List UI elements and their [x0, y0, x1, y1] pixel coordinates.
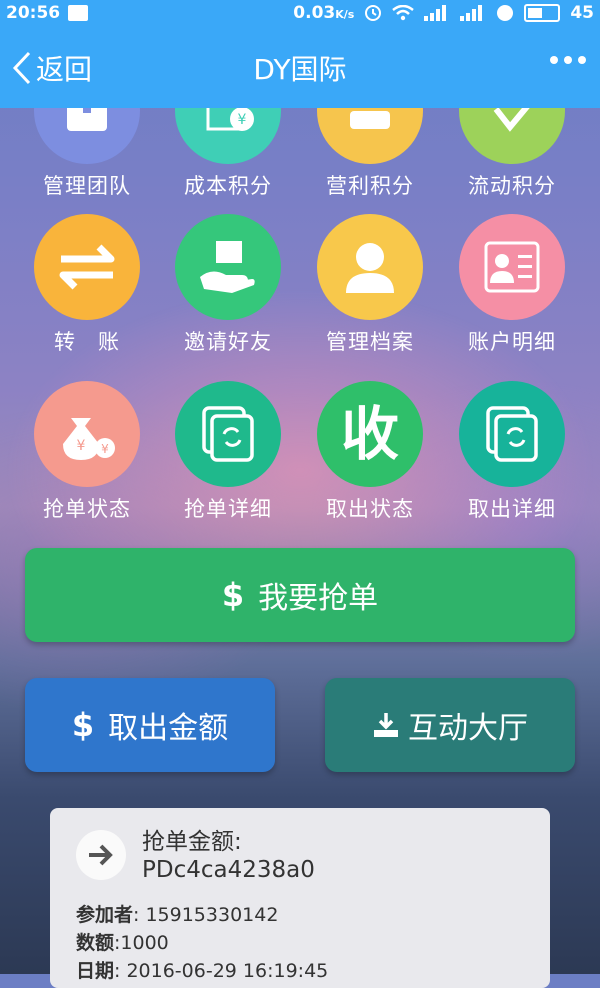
- grid-item-transfer[interactable]: 转 账: [17, 214, 157, 356]
- clock-icon: [365, 5, 382, 21]
- grid-item-flow-points[interactable]: 流动积分: [442, 108, 582, 200]
- withdraw-status-icon: 收: [317, 381, 423, 487]
- grid-item-profit-points[interactable]: 营利积分: [300, 108, 440, 200]
- gallery-notification-icon: [68, 5, 89, 21]
- more-dot-icon: [550, 56, 558, 64]
- withdraw-label: 取出金额: [108, 711, 229, 746]
- battery-icon: [524, 4, 561, 22]
- grid-item-account-detail[interactable]: 账户明细: [442, 214, 582, 356]
- grab-order-button[interactable]: $ 我要抢单: [25, 548, 575, 642]
- order-id: PDc4ca4238a0: [142, 857, 315, 883]
- order-amount-label: 抢单金额:: [142, 829, 242, 855]
- svg-text:¥: ¥: [101, 442, 109, 456]
- invite-friend-icon: [175, 214, 281, 320]
- grid-item-withdraw-detail[interactable]: 取出详细: [442, 381, 582, 523]
- nav-bar: 返回 DY国际: [0, 26, 600, 108]
- battery-level: 45: [570, 3, 594, 23]
- signal-icon-2: [460, 5, 483, 21]
- wifi-icon: [392, 5, 415, 21]
- team-icon: [34, 108, 140, 164]
- svg-text:¥: ¥: [77, 438, 86, 454]
- network-speed: 0.03K/s: [293, 3, 355, 23]
- grid-item-withdraw-status[interactable]: 收 取出状态: [300, 381, 440, 523]
- feature-grid: 管理团队 ¥ 成本积分 营利积分 流动积分 转 账 邀请好友 管理档案 账户明细…: [0, 108, 600, 528]
- page-title: DY国际: [253, 53, 347, 86]
- more-menu-button[interactable]: [550, 56, 586, 64]
- svg-text:¥: ¥: [238, 112, 247, 128]
- grid-item-profile[interactable]: 管理档案: [300, 214, 440, 356]
- order-card: 抢单金额: PDc4ca4238a0 参加者: 15915330142 数额:1…: [50, 808, 550, 988]
- flow-points-icon: [459, 108, 565, 164]
- signal-icon: [424, 5, 447, 21]
- profit-points-icon: [317, 108, 423, 164]
- grid-item-grab-status[interactable]: ¥ ¥ 抢单状态: [17, 381, 157, 523]
- participant-row: 参加者: 15915330142: [76, 904, 279, 926]
- withdraw-detail-icon: [459, 381, 565, 487]
- transfer-icon: [34, 214, 140, 320]
- grab-order-label: 我要抢单: [258, 581, 379, 616]
- dollar-icon: $: [221, 576, 245, 614]
- grid-item-team[interactable]: 管理团队: [17, 108, 157, 200]
- status-time: 20:56: [6, 3, 61, 23]
- amount-row: 数额:1000: [76, 932, 169, 954]
- hd-icon: [497, 5, 514, 21]
- money-bag-icon: ¥ ¥: [34, 381, 140, 487]
- profile-icon: [317, 214, 423, 320]
- order-detail-icon: [175, 381, 281, 487]
- interaction-hall-button[interactable]: 互动大厅: [325, 678, 575, 772]
- hall-label: 互动大厅: [408, 711, 528, 746]
- date-row: 日期: 2016-06-29 16:19:45: [76, 960, 329, 982]
- download-icon: [374, 713, 398, 737]
- status-bar: 20:56 0.03K/s 45: [0, 0, 600, 26]
- order-title: 抢单金额: PDc4ca4238a0: [142, 828, 315, 884]
- account-detail-icon: [459, 214, 565, 320]
- grid-item-invite-friend[interactable]: 邀请好友: [158, 214, 298, 356]
- dollar-icon: $: [71, 706, 95, 744]
- withdraw-button[interactable]: $ 取出金额: [25, 678, 275, 772]
- grid-item-grab-detail[interactable]: 抢单详细: [158, 381, 298, 523]
- grid-item-cost-points[interactable]: ¥ 成本积分: [158, 108, 298, 200]
- cost-points-icon: ¥: [175, 108, 281, 164]
- arrow-right-icon[interactable]: [76, 830, 126, 880]
